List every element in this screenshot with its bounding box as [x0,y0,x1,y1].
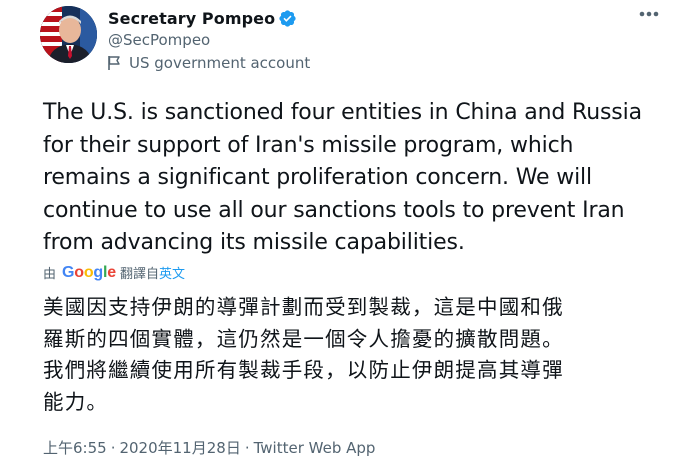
source-language-link[interactable]: 英文 [159,263,185,282]
google-logo: Google [62,263,116,281]
tweet-card: Secretary Pompeo @SecPompeo US governmen… [0,0,696,464]
tweet-source[interactable]: Twitter Web App [254,439,376,457]
name-row: Secretary Pompeo [108,8,297,28]
tweet-time[interactable]: 上午6:55 [43,437,107,458]
display-name[interactable]: Secretary Pompeo [108,9,275,28]
tweet-text: The U.S. is sanctioned four entities in … [43,100,642,255]
separator: · [244,438,250,457]
separator: · [110,438,116,457]
handle[interactable]: @SecPompeo [108,31,297,51]
tweet-metadata: 上午6:55 · 2020年11月28日 · Twitter Web App [43,437,375,458]
avatar[interactable] [40,6,97,63]
verified-badge-icon [278,9,297,28]
avatar-image [40,6,97,63]
translated-from-label: 翻譯自 [119,267,159,282]
account-label-text: US government account [129,54,311,72]
government-account-label[interactable]: US government account [107,54,310,72]
tweet-date[interactable]: 2020年11月28日 [119,437,240,458]
tweet-header: Secretary Pompeo @SecPompeo [108,8,297,51]
translation-attribution: 由 Google 翻譯自 英文 [43,263,185,283]
flag-icon [107,55,121,71]
more-options-icon[interactable] [638,6,660,22]
translation-prefix: 由 [43,267,57,282]
translated-tweet-text: 美國因支持伊朗的導彈計劃而受到製裁，這是中國和俄 羅斯的四個實體，這仍然是一個令… [43,295,564,414]
